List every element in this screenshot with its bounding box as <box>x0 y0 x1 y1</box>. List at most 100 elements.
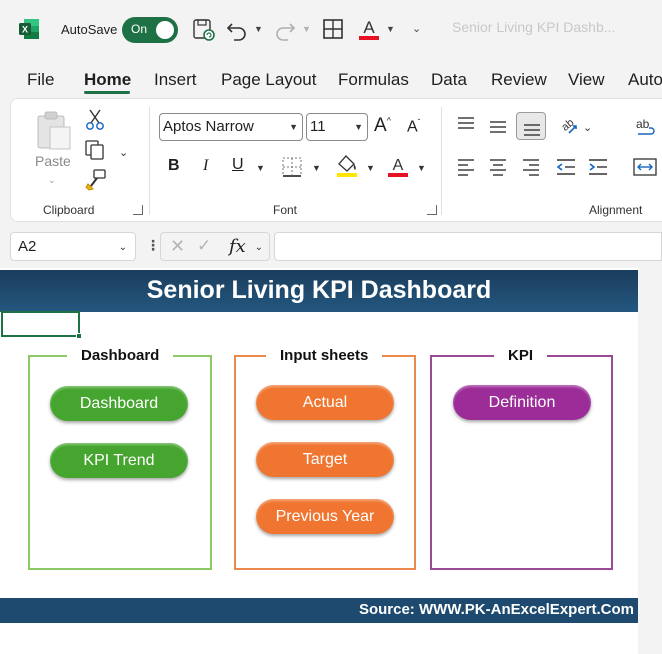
svg-text:ab: ab <box>559 117 576 134</box>
panel-input-sheets: Input sheets Actual Target Previous Year <box>234 347 416 570</box>
source-text: Source: WWW.PK-AnExcelExpert.Com <box>358 601 634 618</box>
worksheet: Senior Living KPI Dashboard Dashboard Da… <box>0 268 662 654</box>
format-painter-icon[interactable] <box>85 169 107 191</box>
undo-dropdown-icon[interactable]: ▼ <box>254 24 263 34</box>
font-color-dropdown-icon[interactable]: ▼ <box>417 163 426 173</box>
svg-text:A: A <box>363 18 375 37</box>
chevron-down-icon[interactable]: ⌄ <box>255 242 263 253</box>
more-options-icon[interactable]: ⋮ <box>146 237 160 254</box>
paste-icon[interactable] <box>35 111 73 151</box>
formula-buttons: ✕ ✓ fx ⌄ <box>160 232 270 261</box>
document-title: Senior Living KPI Dashb... <box>452 19 616 35</box>
previous-year-button[interactable]: Previous Year <box>256 499 394 534</box>
underline-icon[interactable]: U <box>232 156 244 174</box>
font-color-dropdown-icon[interactable]: ▼ <box>386 24 395 34</box>
name-box-value: A2 <box>18 238 37 255</box>
clipboard-group-label: Clipboard <box>43 203 95 217</box>
tab-automate[interactable]: Auto <box>628 70 662 90</box>
font-size-value: 11 <box>310 118 326 135</box>
tab-insert[interactable]: Insert <box>154 70 197 90</box>
decrease-indent-icon[interactable] <box>555 157 577 177</box>
clipboard-launcher-icon[interactable] <box>133 205 143 215</box>
formula-input[interactable] <box>274 232 662 261</box>
borders-icon[interactable] <box>281 156 303 178</box>
autosave-label: AutoSave <box>61 22 118 37</box>
toggle-knob <box>156 21 174 39</box>
decrease-font-size-icon[interactable]: Aˇ <box>407 118 420 136</box>
name-box[interactable]: A2 ⌄ <box>10 232 136 261</box>
copy-icon[interactable] <box>84 139 106 161</box>
font-color-icon[interactable]: A <box>356 16 382 42</box>
chevron-down-icon: ⌄ <box>118 242 127 253</box>
sheet-canvas[interactable]: Senior Living KPI Dashboard Dashboard Da… <box>0 268 638 654</box>
align-center-icon[interactable] <box>488 157 508 177</box>
save-icon[interactable] <box>190 16 216 42</box>
underline-dropdown-icon[interactable]: ▼ <box>256 163 265 173</box>
chevron-down-icon: ▼ <box>289 122 298 132</box>
selected-cell-a2[interactable] <box>1 311 80 337</box>
excel-logo-icon: X <box>19 19 39 39</box>
dashboard-title: Senior Living KPI Dashboard <box>146 276 492 304</box>
align-middle-icon[interactable] <box>488 117 508 137</box>
panel-title: Dashboard <box>67 347 174 364</box>
orientation-icon[interactable]: ab <box>555 113 579 137</box>
orientation-dropdown-icon[interactable]: ⌄ <box>583 121 592 134</box>
ribbon: Paste ⌄ ⌄ Clipboard Aptos Narrow ▼ 11 ▼ … <box>10 98 662 222</box>
fill-color-dropdown-icon[interactable]: ▼ <box>366 163 375 173</box>
dashboard-header: Senior Living KPI Dashboard <box>0 270 638 312</box>
italic-icon[interactable]: I <box>203 157 208 175</box>
panel-title: Input sheets <box>266 347 383 364</box>
actual-button[interactable]: Actual <box>256 385 394 420</box>
font-color-icon[interactable]: A <box>387 154 409 178</box>
customize-qat-icon[interactable]: ⌄ <box>412 22 421 35</box>
font-size-select[interactable]: 11 ▼ <box>306 113 368 141</box>
svg-text:ab: ab <box>636 117 650 131</box>
bold-icon[interactable]: B <box>168 157 180 175</box>
title-bar: X AutoSave On ▼ ▼ A ▼ ⌄ Senior Living KP… <box>0 0 662 58</box>
wrap-text-icon[interactable]: ab <box>635 115 659 139</box>
tab-page-layout[interactable]: Page Layout <box>221 70 316 90</box>
autosave-state: On <box>131 22 148 36</box>
merge-center-icon[interactable] <box>633 157 657 177</box>
increase-indent-icon[interactable] <box>587 157 609 177</box>
target-button[interactable]: Target <box>256 442 394 477</box>
increase-font-size-icon[interactable]: A^ <box>374 115 391 137</box>
definition-button[interactable]: Definition <box>453 385 591 420</box>
align-left-icon[interactable] <box>456 157 476 177</box>
borders-dropdown-icon[interactable]: ▼ <box>312 163 321 173</box>
cancel-icon: ✕ <box>170 236 186 256</box>
tab-formulas[interactable]: Formulas <box>338 70 409 90</box>
redo-icon <box>276 23 296 41</box>
alignment-group-label: Alignment <box>589 203 643 217</box>
font-launcher-icon[interactable] <box>427 205 437 215</box>
svg-text:X: X <box>22 25 28 35</box>
dashboard-button[interactable]: Dashboard <box>50 386 188 421</box>
copy-dropdown-icon[interactable]: ⌄ <box>119 146 128 159</box>
tab-file[interactable]: File <box>27 70 54 90</box>
fill-color-icon[interactable] <box>336 154 358 178</box>
font-name-select[interactable]: Aptos Narrow ▼ <box>159 113 303 141</box>
borders-icon[interactable] <box>320 16 346 42</box>
paste-label[interactable]: Paste <box>35 153 71 169</box>
fill-handle[interactable] <box>76 333 82 339</box>
autosave-toggle[interactable]: On <box>122 17 178 43</box>
enter-icon: ✓ <box>197 236 212 255</box>
align-right-icon[interactable] <box>521 157 541 177</box>
tab-view[interactable]: View <box>568 70 605 90</box>
kpi-trend-button[interactable]: KPI Trend <box>50 443 188 478</box>
font-group-label: Font <box>273 203 298 217</box>
panel-dashboard: Dashboard Dashboard KPI Trend <box>28 347 212 570</box>
cut-icon[interactable] <box>85 109 105 131</box>
tab-data[interactable]: Data <box>431 70 467 90</box>
align-top-icon[interactable] <box>456 115 476 135</box>
fx-icon[interactable]: fx <box>229 236 246 257</box>
active-tab-indicator <box>84 91 130 94</box>
redo-dropdown-icon: ▼ <box>302 24 311 34</box>
undo-icon[interactable] <box>224 16 250 42</box>
tab-review[interactable]: Review <box>491 70 547 90</box>
paste-dropdown-icon[interactable]: ⌄ <box>48 175 56 186</box>
panel-kpi: KPI Definition <box>430 347 613 570</box>
tab-home[interactable]: Home <box>84 70 131 90</box>
align-bottom-button[interactable] <box>516 112 546 140</box>
group-separator <box>149 107 150 215</box>
